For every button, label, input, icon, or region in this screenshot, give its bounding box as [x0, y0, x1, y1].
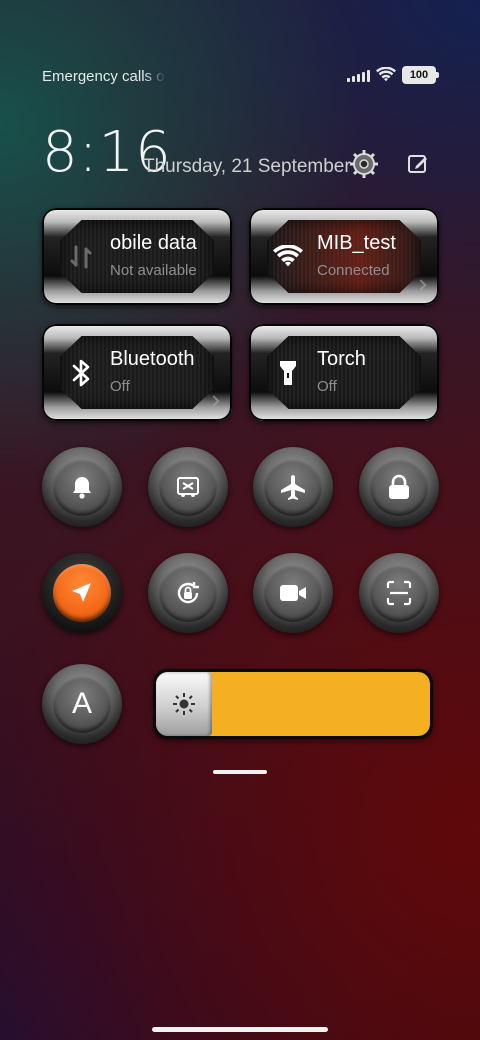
- status-icons: 100: [347, 66, 439, 84]
- sun-icon: [173, 693, 195, 715]
- expand-corner-icon: [415, 279, 427, 291]
- brightness-knob[interactable]: [156, 672, 212, 736]
- edit-icon: [408, 155, 427, 173]
- bluetooth-icon: [66, 358, 96, 388]
- toggle-screen-record[interactable]: [253, 553, 333, 633]
- video-camera-icon: [280, 585, 306, 601]
- toggle-airplane-mode[interactable]: [253, 447, 333, 527]
- edit-button[interactable]: [402, 148, 434, 180]
- tile-wifi[interactable]: MIB_test Connected: [249, 208, 439, 305]
- tile-mobile-data[interactable]: obile data Not available: [42, 208, 232, 305]
- signal-icon: [347, 68, 370, 82]
- tile-subtitle: Connected: [317, 262, 390, 279]
- status-bar: Emergency calls o 100: [0, 60, 480, 94]
- mobile-data-icon: [66, 242, 96, 272]
- airplane-icon: [281, 475, 305, 500]
- toggle-scanner[interactable]: [359, 553, 439, 633]
- battery-icon: 100: [402, 66, 439, 84]
- carrier-status-text: Emergency calls o: [42, 68, 165, 85]
- torch-icon: [273, 358, 303, 388]
- auto-brightness-label: A: [71, 687, 92, 720]
- gear-icon: [350, 150, 378, 178]
- location-icon: [72, 583, 91, 602]
- lock-icon: [389, 474, 409, 499]
- panel-drag-handle[interactable]: [213, 770, 267, 774]
- tile-subtitle: Off: [110, 378, 130, 395]
- expand-corner-icon: [208, 395, 220, 407]
- wifi-status-icon: [376, 67, 396, 82]
- wifi-icon: [273, 242, 303, 272]
- tile-subtitle: Off: [317, 378, 337, 395]
- gesture-nav-bar[interactable]: [152, 1027, 328, 1032]
- toggle-sound[interactable]: [42, 447, 122, 527]
- tile-subtitle: Not available: [110, 262, 197, 279]
- toggle-screen-cast[interactable]: [148, 447, 228, 527]
- tile-bluetooth[interactable]: Bluetooth Off: [42, 324, 232, 421]
- toggle-location[interactable]: [42, 553, 122, 633]
- battery-level: 100: [409, 69, 429, 81]
- scan-icon: [386, 580, 412, 606]
- tile-title: Torch: [317, 348, 366, 370]
- tile-title: obile data: [110, 232, 197, 254]
- screen-cast-icon: [177, 477, 199, 497]
- settings-button[interactable]: [348, 148, 380, 180]
- toggle-rotation-lock[interactable]: [148, 553, 228, 633]
- tile-title: Bluetooth: [110, 348, 195, 370]
- rotation-lock-icon: [177, 582, 199, 604]
- date: Thursday, 21 September: [143, 156, 351, 177]
- header-actions: [348, 148, 434, 180]
- bell-icon: [73, 477, 91, 499]
- tile-torch[interactable]: Torch Off: [249, 324, 439, 421]
- tile-title: MIB_test: [317, 232, 396, 254]
- toggle-lock-screen[interactable]: [359, 447, 439, 527]
- brightness-slider[interactable]: [153, 669, 433, 739]
- auto-brightness-button[interactable]: A: [42, 664, 122, 744]
